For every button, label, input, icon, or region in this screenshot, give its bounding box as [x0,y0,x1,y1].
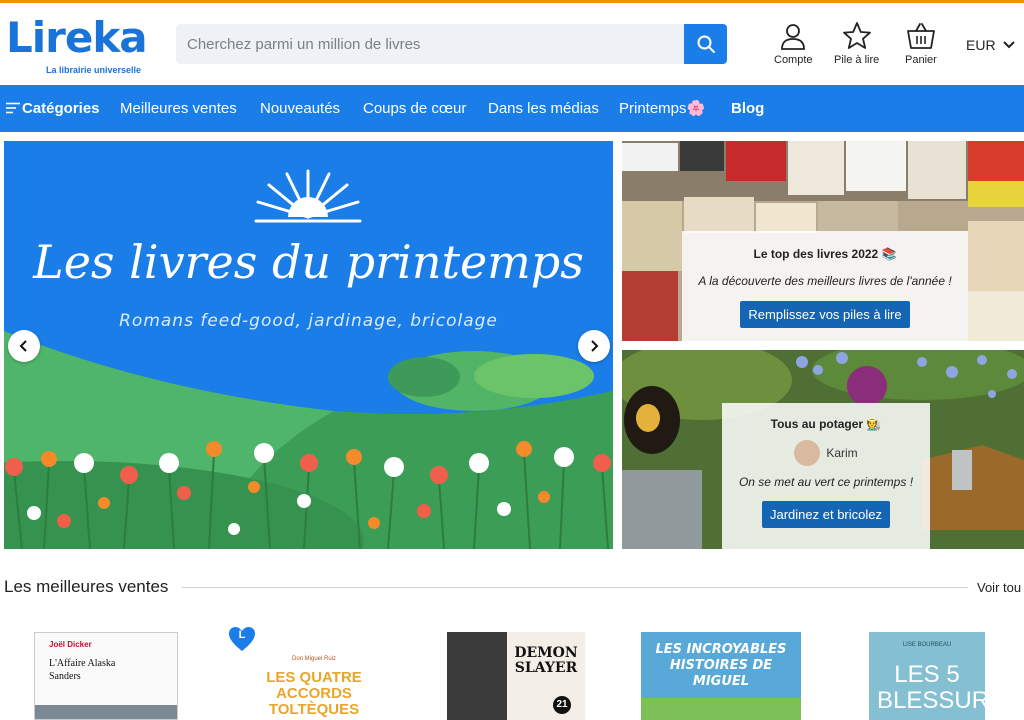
main-nav: Catégories Meilleures ventes Nouveautés … [0,85,1024,132]
hero-banner[interactable]: Les livres du printemps Romans feed-good… [4,141,613,549]
book-card[interactable]: LES INCROYABLES HISTOIRES DE MIGUEL [641,632,801,720]
bestsellers-title: Les meilleures ventes [4,577,169,596]
carousel-prev-button[interactable] [8,330,40,362]
hero-title: Les livres du printemps [33,235,584,289]
book-author: Joël Dicker [49,640,92,649]
reading-pile-label: Pile à lire [834,54,880,66]
promo-top-text: A la découverte des meilleurs livres de … [698,274,952,288]
promo-garden-text: On se met au vert ce printemps ! [738,475,914,489]
cover-image [35,705,177,719]
nav-item-dans-les-medias[interactable]: Dans les médias [488,85,599,132]
volume-badge: 21 [553,696,571,714]
chevron-left-icon [19,340,27,352]
hero-illustration [4,169,613,549]
nav-item-coups-de-coeur[interactable]: Coups de cœur [363,85,466,132]
book-author: LISE BOURBEAU [902,642,952,648]
promo-top-button[interactable]: Remplissez vos piles à lire [740,301,910,328]
nav-categories[interactable]: Catégories [6,85,100,132]
promo-card-top-books[interactable]: Le top des livres 2022 📚 A la découverte… [622,141,1024,341]
search-button[interactable] [684,24,727,64]
user-icon [781,24,806,50]
section-divider [182,587,968,588]
logo[interactable]: Lireka La librairie universelle [6,13,148,75]
reading-pile-button[interactable]: Pile à lire [834,21,879,66]
book-card[interactable]: LISE BOURBEAU LES 5 BLESSURES [869,632,985,720]
book-title: L'Affaire Alaska Sanders [49,658,116,682]
promo-garden-author: Karim [826,446,858,460]
heart-badge-label: L [238,629,246,641]
site-header: Lireka La librairie universelle Compte P… [0,3,1024,85]
nav-item-meilleures-ventes[interactable]: Meilleures ventes [120,85,237,132]
promo-garden-overlay: Tous au potager 🧑‍🌾 Karim On se met au v… [722,403,930,549]
chevron-down-icon [1002,41,1015,49]
promo-garden-button[interactable]: Jardinez et bricolez [762,501,890,528]
nav-categories-label: Catégories [22,100,100,117]
star-icon [842,22,871,49]
logo-wordmark: Lireka [6,13,148,62]
book-title: LES 5 BLESSURES [877,661,985,714]
promo-card-garden[interactable]: Tous au potager 🧑‍🌾 Karim On se met au v… [622,350,1024,549]
carousel-next-button[interactable] [578,330,610,362]
cover-image [641,698,801,720]
promo-garden-title: Tous au potager 🧑‍🌾 [770,417,882,431]
search-input[interactable] [176,24,684,64]
nav-item-nouveautes[interactable]: Nouveautés [260,85,340,132]
cover-image [447,632,507,720]
book-author: Don Miguel Ruiz [291,656,337,662]
heart-badge: L [228,626,256,652]
account-button[interactable]: Compte [774,21,813,66]
logo-tagline: La librairie universelle [46,65,142,75]
chevron-right-icon [591,340,599,352]
menu-icon [6,102,20,114]
book-title: LES QUATRE ACCORDS TOLTÈQUES [266,669,362,718]
hero-subtitle: Romans feed-good, jardinage, bricolage [119,311,498,331]
book-card[interactable]: Joël Dicker L'Affaire Alaska Sanders [34,632,178,720]
nav-item-printemps[interactable]: Printemps🌸 [619,85,705,132]
promo-garden-author-row: Karim [722,440,930,466]
book-card[interactable]: DEMON SLAYER 21 [447,632,585,720]
book-title: LES INCROYABLES HISTOIRES DE MIGUEL [655,642,787,689]
account-label: Compte [774,54,813,66]
currency-selector[interactable]: EUR [966,37,1016,53]
cart-button[interactable]: Panier [905,21,937,66]
book-title: DEMON SLAYER [514,645,578,676]
promo-top-title: Le top des livres 2022 📚 [753,247,897,261]
cart-label: Panier [905,54,937,66]
basket-icon [906,23,935,49]
avatar [794,440,821,466]
currency-value: EUR [966,37,996,53]
nav-item-blog[interactable]: Blog [731,85,764,132]
see-all-link[interactable]: Voir tou [977,580,1021,595]
search-icon [697,35,715,53]
search-bar [176,24,727,64]
promo-top-overlay: Le top des livres 2022 📚 A la découverte… [682,231,968,341]
book-card[interactable]: Don Miguel Ruiz LES QUATRE ACCORDS TOLTÈ… [252,632,376,720]
